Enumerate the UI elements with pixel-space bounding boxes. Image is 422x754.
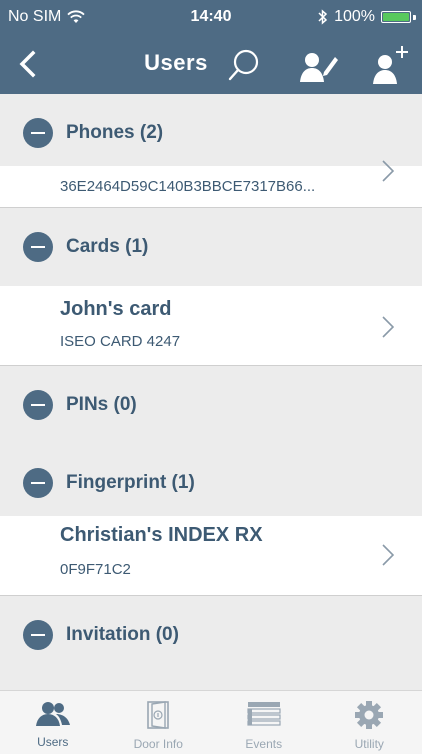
collapse-minus-icon[interactable] [23,390,53,420]
edit-user-icon[interactable] [298,46,338,84]
section-fingerprint[interactable]: Fingerprint (1) [0,444,422,522]
add-user-icon[interactable] [370,44,410,84]
section-invitation[interactable]: Invitation (0) [0,596,422,674]
list-item-title: Christian's INDEX RX [60,524,263,546]
search-icon[interactable] [226,47,262,83]
gear-icon [355,701,384,729]
tab-door-info[interactable]: Door Info [106,691,212,754]
section-title: PINs (0) [66,394,137,415]
section-title: Invitation (0) [66,624,179,645]
list-item-title: John's card [60,298,172,320]
section-title: Cards (1) [66,236,149,257]
bluetooth-icon [318,9,328,25]
status-right: 100% [318,8,416,26]
tab-bar: Users Door Info Events Utility [0,690,422,754]
users-content: Phones (2) 36E2464D59C140B3BBCE7317B66..… [0,94,422,690]
tab-utility[interactable]: Utility [317,691,422,754]
collapse-minus-icon[interactable] [23,468,53,498]
list-item-subtitle: 0F9F71C2 [60,561,131,578]
tab-events[interactable]: Events [211,691,317,754]
carrier-label: No SIM [8,8,62,25]
battery-body [381,11,411,23]
section-title: Fingerprint (1) [66,472,195,493]
section-cards[interactable]: Cards (1) [0,208,422,286]
tab-label: Users [37,735,69,749]
page-title: Users [0,50,422,76]
status-left: No SIM [8,8,85,26]
battery-fill [383,13,409,21]
section-pins[interactable]: PINs (0) [0,366,422,444]
status-time: 14:40 [190,8,232,25]
list-item-subtitle: 36E2464D59C140B3BBCE7317B66... [60,178,316,195]
chevron-right-icon [382,316,395,338]
screen: No SIM 14:40 100% Users Phones (2) 36E24… [0,0,422,754]
door-info-icon [145,701,171,729]
list-item-fingerprint[interactable]: Christian's INDEX RX 0F9F71C2 [0,516,422,596]
nav-bar: Users [0,34,422,94]
wifi-icon [67,10,85,24]
tab-label: Events [245,737,283,751]
events-list-icon [247,701,281,729]
chevron-right-icon [382,160,395,182]
status-bar: No SIM 14:40 100% [0,0,422,34]
collapse-minus-icon[interactable] [23,118,53,148]
section-title: Phones (2) [66,122,164,143]
chevron-right-icon [382,544,395,566]
tab-label: Utility [354,737,384,751]
collapse-minus-icon[interactable] [23,232,53,262]
battery-tip [413,14,416,20]
list-item-card[interactable]: John's card ISEO CARD 4247 [0,286,422,366]
tab-users[interactable]: Users [0,691,106,754]
users-icon [35,701,71,727]
list-item-phone[interactable]: 36E2464D59C140B3BBCE7317B66... [0,160,422,208]
tab-label: Door Info [133,737,183,751]
collapse-minus-icon[interactable] [23,620,53,650]
battery-percent: 100% [334,8,375,25]
section-phones[interactable]: Phones (2) [0,94,422,172]
list-item-subtitle: ISEO CARD 4247 [60,333,181,350]
battery-icon [381,11,416,23]
